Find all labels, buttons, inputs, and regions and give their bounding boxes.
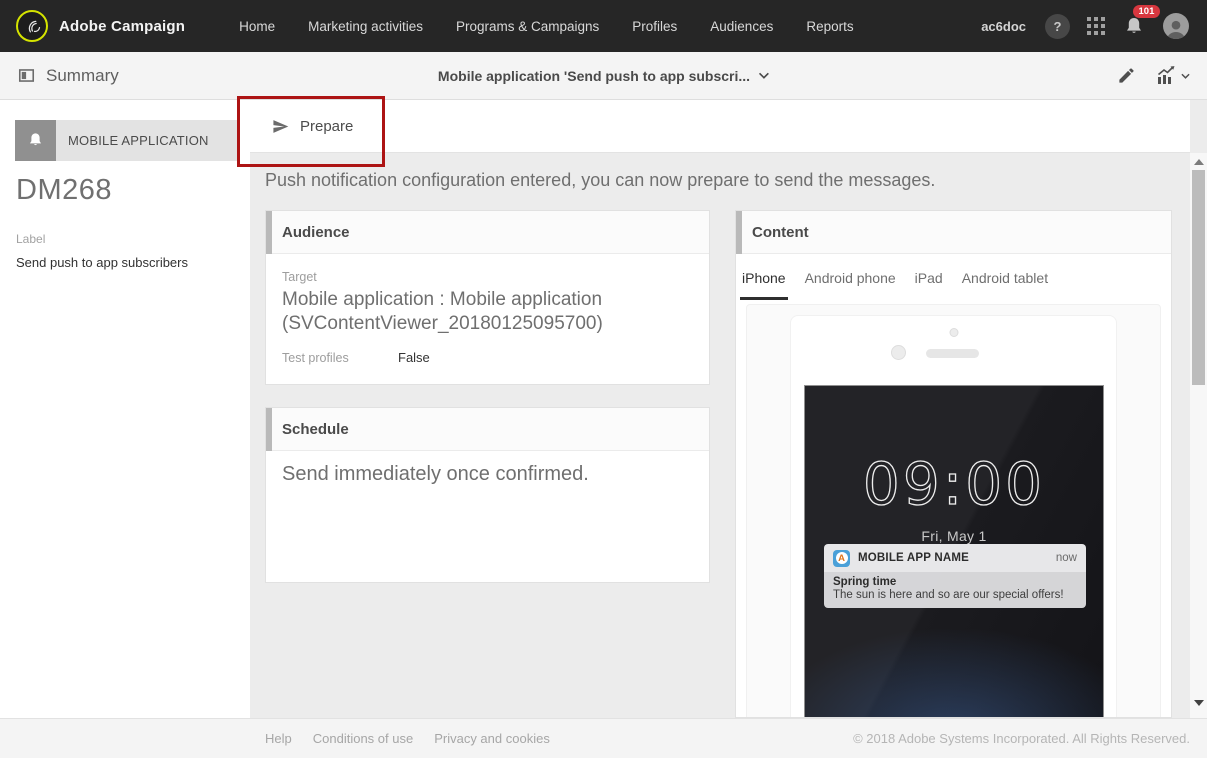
app-icon: A — [833, 549, 850, 567]
notification-count-badge: 101 — [1133, 5, 1160, 19]
nav-right-cluster: ac6doc ? 101 — [981, 5, 1189, 39]
tab-android-phone[interactable]: Android phone — [803, 254, 898, 300]
test-profiles-row: Test profiles False — [282, 350, 693, 365]
lock-screen-date: Fri, May 1 — [921, 528, 987, 544]
user-avatar[interactable] — [1163, 13, 1189, 39]
app-switcher-grid-icon[interactable] — [1087, 17, 1105, 35]
primary-nav: Home Marketing activities Programs & Cam… — [239, 19, 853, 34]
card-accent-bar — [736, 211, 742, 254]
edit-pencil-icon[interactable] — [1117, 66, 1136, 85]
schedule-text: Send immediately once confirmed. — [282, 463, 589, 485]
audience-card-header: Audience — [266, 211, 709, 254]
status-message: Push notification configuration entered,… — [265, 170, 936, 190]
footer-link-help[interactable]: Help — [265, 731, 292, 746]
phone-lock-screen: 09:00 Fri, May 1 A MOBILE APP NAME now S… — [804, 385, 1104, 717]
left-sidebar: MOBILE APPLICATION DM268 Label Send push… — [0, 100, 250, 718]
notification-text: The sun is here and so are our special o… — [833, 589, 1064, 601]
page-footer: Help Conditions of use Privacy and cooki… — [0, 718, 1207, 758]
nav-item-audiences[interactable]: Audiences — [710, 19, 773, 34]
notification-body: Spring time The sun is here and so are o… — [824, 572, 1086, 608]
nav-item-profiles[interactable]: Profiles — [632, 19, 677, 34]
schedule-card-header: Schedule — [266, 408, 709, 451]
device-tabs: iPhone Android phone iPad Android tablet — [736, 254, 1171, 300]
footer-link-conditions[interactable]: Conditions of use — [313, 731, 413, 746]
schedule-card: Schedule Send immediately once confirmed… — [265, 407, 710, 583]
brand-title: Adobe Campaign — [59, 17, 186, 35]
card-accent-bar — [266, 408, 272, 451]
copyright-text: © 2018 Adobe Systems Incorporated. All R… — [853, 731, 1190, 746]
summary-bar-actions — [1117, 64, 1190, 88]
phone-speaker-bar — [926, 349, 979, 358]
notifications-bell-icon[interactable]: 101 — [1122, 5, 1160, 38]
context-title-text: Mobile application 'Send push to app sub… — [437, 67, 751, 84]
phone-sensor-dot — [891, 345, 906, 360]
summary-bar: Summary Mobile application 'Send push to… — [0, 52, 1207, 100]
audience-card-body: Target Mobile application : Mobile appli… — [266, 254, 709, 377]
chart-icon — [1157, 65, 1175, 84]
adobe-campaign-page: Adobe Campaign Home Marketing activities… — [0, 0, 1207, 758]
notification-header: A MOBILE APP NAME now — [824, 544, 1086, 572]
action-toolbar: Prepare — [250, 100, 1190, 153]
nav-item-marketing-activities[interactable]: Marketing activities — [308, 19, 423, 34]
card-accent-bar — [266, 211, 272, 254]
schedule-card-body: Send immediately once confirmed. — [266, 451, 709, 498]
tab-ipad[interactable]: iPad — [913, 254, 945, 300]
summary-panel-icon — [18, 69, 35, 82]
summary-title: Summary — [46, 65, 119, 85]
delivery-id: DM268 — [16, 174, 112, 206]
content-card-header: Content — [736, 211, 1171, 254]
audience-card: Audience Target Mobile application : Mob… — [265, 210, 710, 385]
footer-link-privacy[interactable]: Privacy and cookies — [434, 731, 550, 746]
prepare-button-label: Prepare — [300, 117, 354, 135]
scroll-down-arrow[interactable] — [1193, 700, 1204, 706]
test-profiles-label: Test profiles — [282, 350, 349, 365]
nav-item-home[interactable]: Home — [239, 19, 275, 34]
username-label[interactable]: ac6doc — [981, 19, 1026, 34]
adobe-campaign-logo-icon[interactable] — [16, 10, 48, 42]
schedule-card-title: Schedule — [282, 420, 349, 438]
app-icon-letter: A — [835, 552, 848, 564]
context-title-dropdown[interactable]: Mobile application 'Send push to app sub… — [438, 68, 769, 84]
target-value: Mobile application : Mobile application … — [282, 289, 603, 334]
content-card: Content iPhone Android phone iPad Androi… — [735, 210, 1172, 718]
test-profiles-value: False — [398, 349, 430, 365]
delivery-type-header: MOBILE APPLICATION — [15, 120, 237, 161]
notification-title: Spring time — [833, 576, 897, 588]
phone-camera-dot — [949, 328, 958, 337]
help-icon[interactable]: ? — [1045, 13, 1070, 39]
notification-app-name: MOBILE APP NAME — [858, 552, 969, 564]
lock-screen-time: 09:00 — [862, 449, 1046, 518]
tab-android-tablet[interactable]: Android tablet — [960, 254, 1050, 300]
tab-iphone[interactable]: iPhone — [740, 254, 788, 300]
delivery-type-label: MOBILE APPLICATION — [68, 133, 209, 148]
chevron-down-icon — [1181, 73, 1190, 79]
push-notification-preview: A MOBILE APP NAME now Spring time The su… — [824, 544, 1086, 608]
top-navbar: Adobe Campaign Home Marketing activities… — [0, 0, 1207, 52]
device-preview-panel: 09:00 Fri, May 1 A MOBILE APP NAME now S… — [746, 304, 1161, 717]
chevron-down-icon — [758, 72, 769, 79]
iphone-frame: 09:00 Fri, May 1 A MOBILE APP NAME now S… — [790, 315, 1117, 717]
nav-item-programs-campaigns[interactable]: Programs & Campaigns — [456, 19, 599, 34]
notification-timestamp: now — [1055, 552, 1077, 564]
summary-heading: Summary — [17, 66, 119, 86]
footer-links: Help Conditions of use Privacy and cooki… — [265, 731, 550, 746]
mobile-app-bell-icon — [15, 120, 56, 161]
send-plane-icon — [273, 119, 289, 133]
content-area: Push notification configuration entered,… — [250, 153, 1190, 718]
nav-item-reports[interactable]: Reports — [806, 19, 853, 34]
target-label: Target — [282, 270, 317, 284]
label-caption: Label — [16, 232, 46, 246]
reports-chart-dropdown[interactable] — [1154, 64, 1190, 88]
scroll-up-arrow[interactable] — [1193, 159, 1204, 165]
label-value: Send push to app subscribers — [16, 255, 188, 270]
main-area: Prepare Push notification configuration … — [250, 100, 1190, 718]
prepare-button[interactable]: Prepare — [272, 118, 353, 135]
vertical-scrollbar[interactable] — [1190, 153, 1207, 718]
scrollbar-thumb[interactable] — [1192, 170, 1205, 385]
content-card-title: Content — [752, 223, 809, 241]
audience-card-title: Audience — [282, 223, 350, 241]
